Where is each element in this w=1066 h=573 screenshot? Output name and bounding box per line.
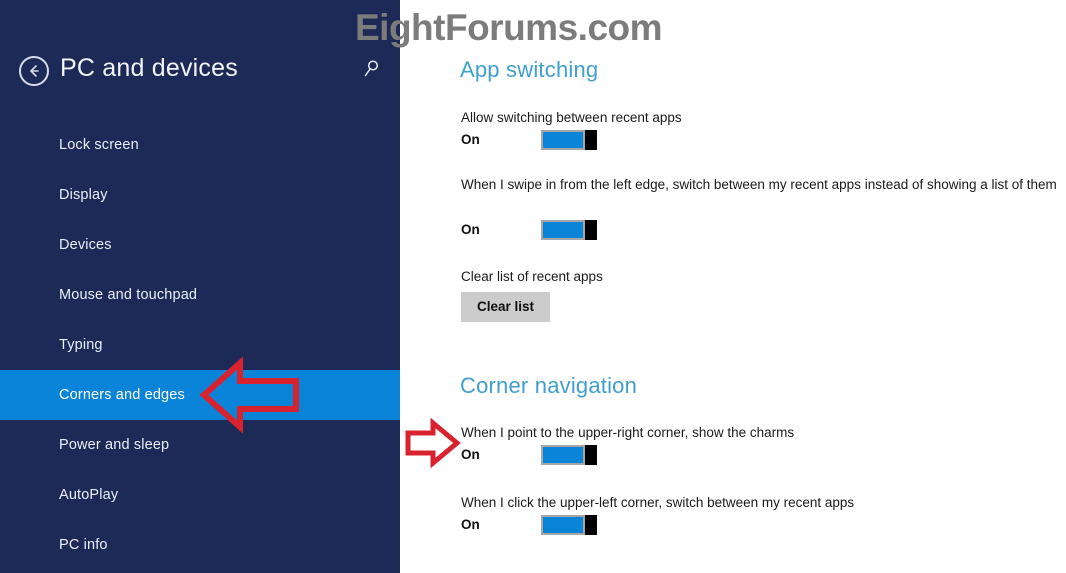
back-button[interactable]	[19, 56, 49, 86]
toggle-thumb[interactable]	[585, 515, 597, 535]
toggle-track	[541, 130, 585, 150]
toggle-track	[541, 445, 585, 465]
sidebar: PC and devices Lock screen Display Devic…	[0, 0, 400, 573]
sidebar-item-label: Mouse and touchpad	[59, 287, 198, 303]
sidebar-item-label: PC info	[59, 537, 108, 553]
sidebar-item-label: Devices	[59, 237, 112, 253]
setting-state-swipe-left-edge: On	[461, 222, 480, 237]
setting-label-clear-list-of-recent-apps: Clear list of recent apps	[461, 269, 603, 284]
toggle-track	[541, 220, 585, 240]
setting-state-upper-left-corner-switch: On	[461, 517, 480, 532]
clear-list-button[interactable]: Clear list	[461, 292, 551, 322]
annotation-arrow-right	[403, 417, 463, 473]
toggle-track	[541, 515, 585, 535]
sidebar-item-label: AutoPlay	[59, 487, 119, 503]
annotation-arrow-left	[196, 355, 306, 440]
toggle-upper-right-corner-charms[interactable]	[541, 445, 597, 465]
sidebar-item-label: Display	[59, 187, 108, 203]
search-icon	[362, 58, 382, 85]
sidebar-item-lock-screen[interactable]: Lock screen	[0, 120, 400, 170]
page-title: PC and devices	[60, 54, 238, 82]
back-arrow-icon	[26, 63, 42, 79]
sidebar-item-autoplay[interactable]: AutoPlay	[0, 470, 400, 520]
setting-state-allow-switching: On	[461, 132, 480, 147]
site-watermark: EightForums.com	[355, 7, 663, 48]
toggle-upper-left-corner-switch[interactable]	[541, 515, 597, 535]
settings-content: App switching Allow switching between re…	[400, 0, 1066, 573]
settings-window: PC and devices Lock screen Display Devic…	[0, 0, 1066, 573]
search-button[interactable]	[360, 58, 384, 84]
sidebar-item-label: Typing	[59, 337, 103, 353]
sidebar-item-pc-info[interactable]: PC info	[0, 520, 400, 570]
sidebar-item-label: Power and sleep	[59, 437, 170, 453]
sidebar-item-mouse-and-touchpad[interactable]: Mouse and touchpad	[0, 270, 400, 320]
sidebar-item-label: Lock screen	[59, 137, 139, 153]
sidebar-item-devices[interactable]: Devices	[0, 220, 400, 270]
toggle-thumb[interactable]	[585, 445, 597, 465]
section-heading-corner-navigation: Corner navigation	[460, 373, 638, 398]
toggle-thumb[interactable]	[585, 220, 597, 240]
setting-label-upper-right-corner-charms: When I point to the upper-right corner, …	[461, 425, 795, 440]
setting-label-upper-left-corner-switch: When I click the upper-left corner, swit…	[461, 495, 855, 510]
sidebar-nav: Lock screen Display Devices Mouse and to…	[0, 120, 400, 570]
setting-label-allow-switching: Allow switching between recent apps	[461, 110, 682, 125]
toggle-allow-switching[interactable]	[541, 130, 597, 150]
setting-state-upper-right-corner-charms: On	[461, 447, 480, 462]
section-heading-app-switching: App switching	[460, 57, 599, 82]
toggle-swipe-left-edge[interactable]	[541, 220, 597, 240]
sidebar-item-label: Corners and edges	[59, 387, 185, 403]
toggle-thumb[interactable]	[585, 130, 597, 150]
setting-label-swipe-left-edge: When I swipe in from the left edge, swit…	[461, 177, 1057, 192]
sidebar-item-display[interactable]: Display	[0, 170, 400, 220]
